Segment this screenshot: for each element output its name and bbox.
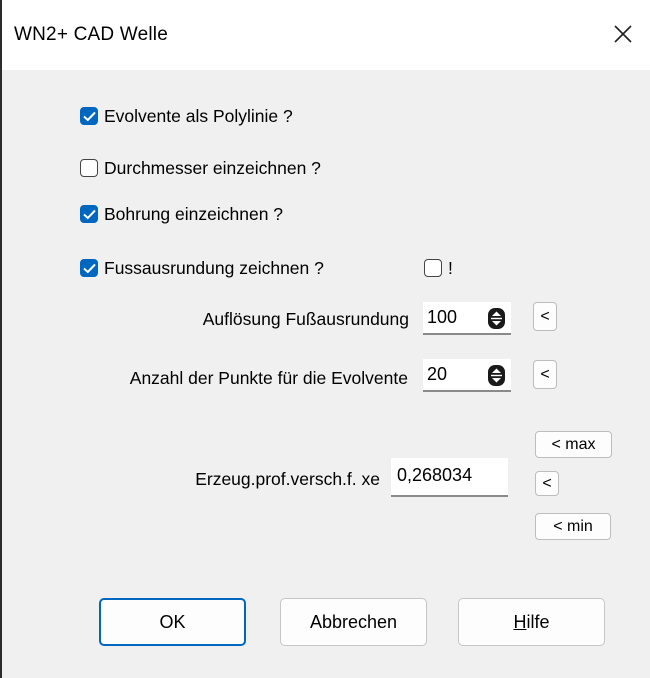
option-evolvent-polyline[interactable]: Evolvente als Polylinie ? [80,102,293,130]
option-draw-diameter[interactable]: Durchmesser einzeichnen ? [80,154,321,182]
resolution-value: 100 [427,307,458,327]
window-title: WN2+ CAD Welle [14,24,168,45]
checkbox-unchecked[interactable] [80,159,98,177]
option-label: Durchmesser einzeichnen ? [104,157,321,178]
option-extra[interactable]: ! [424,254,453,282]
xe-label: Erzeug.prof.versch.f. xe [195,469,380,489]
option-label: Bohrung einzeichnen ? [104,203,284,224]
close-button[interactable] [600,14,646,54]
checkbox-checked[interactable] [80,205,98,223]
checkbox-checked[interactable] [80,259,98,277]
cancel-button[interactable]: Abbrechen [280,598,427,646]
option-draw-root-fillet[interactable]: Fussausrundung zeichnen ? [80,254,324,282]
points-label: Anzahl der Punkte für die Evolvente [129,368,408,388]
resolution-reset-button[interactable]: < [533,302,557,331]
help-mnemonic: H [513,611,527,632]
checkmark-icon [83,263,96,274]
xe-max-button[interactable]: < max [535,431,612,458]
checkbox-checked[interactable] [80,107,98,125]
spin-arrows-icon[interactable] [488,365,505,386]
extra-checkbox-label: ! [448,257,453,278]
cad-shaft-dialog: WN2+ CAD Welle Evolvente als Polylinie ?… [0,0,650,678]
help-button[interactable]: Hilfe [458,598,605,646]
xe-value: 0,268034 [397,465,473,485]
xe-input[interactable]: 0,268034 [391,458,508,497]
spin-arrows-icon[interactable] [488,308,505,329]
option-label: Fussausrundung zeichnen ? [104,257,324,278]
checkmark-icon [83,111,96,122]
close-icon [614,25,632,43]
title-bar: WN2+ CAD Welle [2,0,650,70]
checkmark-icon [83,209,96,220]
resolution-label: Auflösung Fußausrundung [202,309,409,329]
resolution-spinbox[interactable]: 100 [423,302,511,335]
ok-button[interactable]: OK [99,598,246,646]
xe-min-button[interactable]: < min [535,513,611,540]
points-spinbox[interactable]: 20 [423,359,511,392]
xe-reset-button[interactable]: < [535,471,559,496]
option-draw-bore[interactable]: Bohrung einzeichnen ? [80,200,283,228]
points-value: 20 [427,364,448,384]
checkbox-unchecked[interactable] [424,259,442,277]
help-label-rest: ilfe [526,611,550,632]
option-label: Evolvente als Polylinie ? [104,105,293,126]
points-reset-button[interactable]: < [533,360,557,389]
